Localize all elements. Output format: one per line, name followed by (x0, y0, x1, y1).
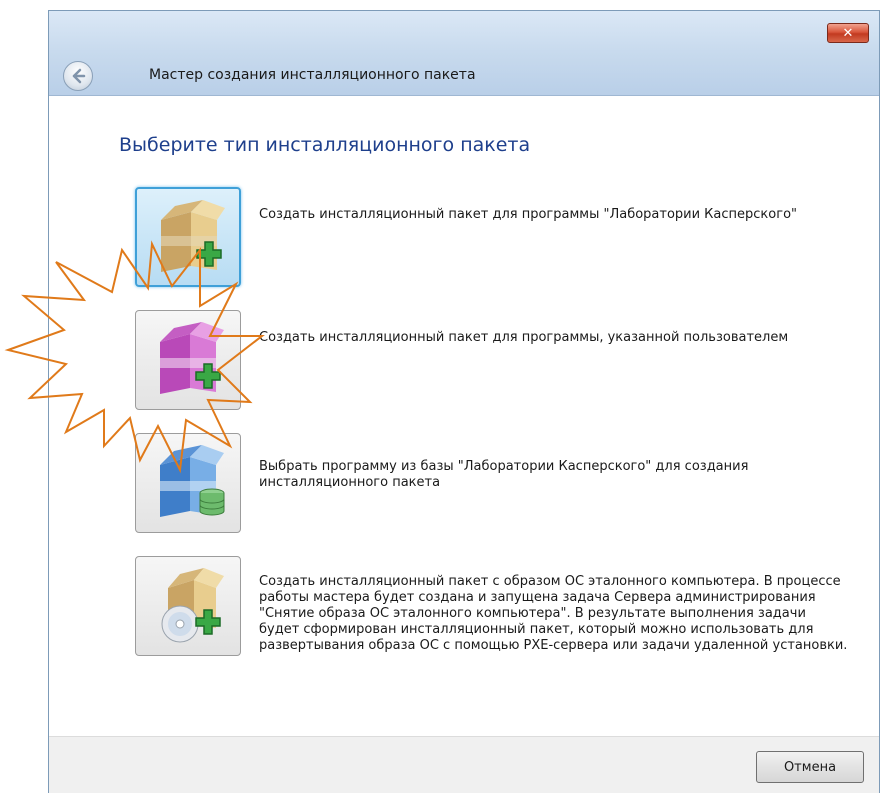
package-disc-icon (161, 568, 224, 643)
back-arrow-icon (72, 68, 86, 84)
back-button[interactable] (63, 61, 93, 91)
option-os-image-package[interactable]: Создать инсталляционный пакет с образом … (135, 556, 855, 696)
option-button-database[interactable] (135, 433, 241, 533)
option-custom-package[interactable]: Создать инсталляционный пакет для програ… (135, 310, 855, 410)
option-label: Выбрать программу из базы "Лаборатории К… (259, 459, 749, 490)
option-button-kaspersky[interactable] (135, 187, 241, 287)
custom-package-add-icon (160, 322, 224, 394)
wizard-content: Выберите тип инсталляционного пакета Соз… (49, 96, 879, 736)
close-button[interactable]: ✕ (827, 23, 869, 43)
package-add-icon (161, 200, 225, 272)
option-label: Создать инсталляционный пакет с образом … (259, 574, 848, 653)
wizard-title: Мастер создания инсталляционного пакета (149, 67, 476, 83)
option-button-custom[interactable] (135, 310, 241, 410)
title-bar: ✕ Мастер создания инсталляционного пакет… (49, 11, 879, 96)
page-heading: Выберите тип инсталляционного пакета (119, 134, 531, 156)
option-label: Создать инсталляционный пакет для програ… (259, 330, 789, 345)
option-button-os-image[interactable] (135, 556, 241, 656)
cancel-button[interactable]: Отмена (756, 751, 864, 783)
package-database-icon (160, 445, 225, 517)
option-label: Создать инсталляционный пакет для програ… (259, 207, 797, 222)
option-database-package[interactable]: Выбрать программу из базы "Лаборатории К… (135, 433, 855, 533)
footer-bar: Отмена (49, 736, 879, 793)
wizard-window: ✕ Мастер создания инсталляционного пакет… (48, 10, 880, 793)
option-kaspersky-package[interactable]: Создать инсталляционный пакет для програ… (135, 187, 855, 287)
